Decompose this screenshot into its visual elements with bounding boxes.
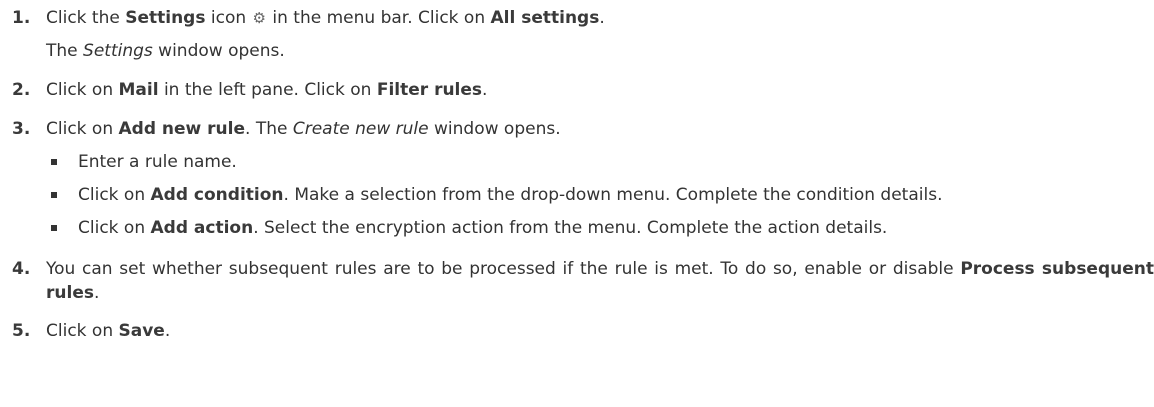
text-fragment: The [46,41,84,61]
ui-term: Filter rules [376,80,483,100]
text-fragment: Click on [46,321,119,341]
step-body: Click the Settings icon ⚙ in the menu ba… [46,6,1154,63]
step-number: 4. [12,259,31,279]
text-fragment: in the menu bar. Click on [266,8,491,28]
text-fragment: . [93,283,100,303]
text-fragment: Click the [46,8,126,28]
text-fragment: in the left pane. Click on [158,80,377,100]
ui-term: Save [118,321,165,341]
step-number: 1. [12,8,31,28]
step-3: 3. Click on Add new rule. The Create new… [12,117,1154,240]
step-number: 5. [12,321,31,341]
window-name: Settings [83,41,153,61]
text-fragment: Click on [46,80,119,100]
text-fragment: Click on [78,218,151,238]
text-fragment: icon [205,8,252,28]
step-text: Click on Mail in the left pane. Click on… [46,78,1154,102]
text-fragment: . Select the encryption action from the … [253,218,888,238]
ui-term: All settings [490,8,600,28]
step-text: Click the Settings icon ⚙ in the menu ba… [46,6,1154,30]
text-fragment: Enter a rule name. [78,152,237,172]
step-body: Click on Mail in the left pane. Click on… [46,78,1154,102]
text-fragment: window opens. [152,41,285,61]
step-number: 3. [12,119,31,139]
step-result: The Settings window opens. [46,39,1154,63]
step-text: Click on Save. [46,319,1154,343]
gear-icon: ⚙ [252,9,266,27]
ui-term: Settings [125,8,206,28]
bullet-marker [51,159,57,165]
text-fragment: You can set whether subsequent rules are… [46,259,961,279]
step-4: 4. You can set whether subsequent rules … [12,257,1154,305]
step-2: 2. Click on Mail in the left pane. Click… [12,78,1154,102]
text-fragment: window opens. [428,119,561,139]
step-5: 5. Click on Save. [12,319,1154,343]
step-body: Click on Save. [46,319,1154,343]
step-1: 1. Click the Settings icon ⚙ in the menu… [12,6,1154,63]
sub-step: Click on Add condition. Make a selection… [46,183,1154,207]
instructions-document: 1. Click the Settings icon ⚙ in the menu… [0,0,1154,407]
sub-step: Click on Add action. Select the encrypti… [46,216,1154,240]
ui-term: Add condition [150,185,284,205]
text-fragment: Click on [78,185,151,205]
bullet-marker [51,225,57,231]
ui-term: Mail [118,80,159,100]
bullet-marker [51,192,57,198]
step-body: Click on Add new rule. The Create new ru… [46,117,1154,240]
sub-step-list: Enter a rule name. Click on Add conditio… [46,150,1154,240]
text-fragment: . The [245,119,293,139]
sub-step: Enter a rule name. [46,150,1154,174]
text-fragment: . [482,80,488,100]
step-body: You can set whether subsequent rules are… [46,257,1154,305]
step-text: Click on Add new rule. The Create new ru… [46,117,1154,141]
step-number: 2. [12,80,31,100]
text-fragment: . [164,321,171,341]
text-fragment: Click on [46,119,119,139]
ui-term: Add new rule [118,119,246,139]
window-name: Create new rule [292,119,429,139]
text-fragment: . [599,8,605,28]
step-text: You can set whether subsequent rules are… [46,259,1154,303]
text-fragment: . Make a selection from the drop-down me… [283,185,943,205]
ui-term: Add action [150,218,254,238]
